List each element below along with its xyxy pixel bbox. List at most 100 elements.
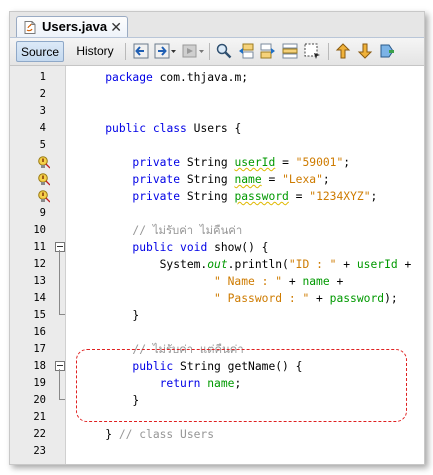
warning-bulb-icon[interactable]	[37, 190, 51, 203]
run-dropdown-icon[interactable]	[181, 42, 205, 60]
code-line[interactable]: 2	[10, 86, 424, 103]
line-number: 23	[33, 445, 46, 457]
code-token: password	[234, 190, 289, 203]
toolbar-separator	[125, 43, 126, 60]
toggle-bookmark-icon[interactable]	[378, 42, 396, 60]
code-token: Users {	[186, 122, 242, 135]
close-icon[interactable]: ✕	[110, 18, 122, 36]
tab-users-java[interactable]: Users.java ✕	[16, 16, 128, 37]
code-token: +	[309, 292, 330, 305]
rectangular-select-icon[interactable]	[303, 42, 321, 60]
line-number: 20	[33, 394, 46, 406]
editor-tab-bar: Users.java ✕	[10, 12, 424, 38]
line-number: 1	[39, 71, 46, 83]
prev-bookmark-icon[interactable]	[334, 42, 352, 60]
code-editor[interactable]: 1 package com.thjava.m; 2 3 4 public class …	[10, 66, 424, 464]
code-token: );	[384, 292, 398, 305]
line-number: 17	[33, 343, 46, 355]
code-text: public class Users {	[78, 120, 241, 137]
editor-window: Users.java ✕ Source History 1 package co…	[9, 11, 425, 465]
code-text: public void show() {	[78, 239, 268, 256]
code-line[interactable]: 4 public class Users {	[10, 120, 424, 137]
fold-guide	[59, 250, 60, 314]
code-token: String	[180, 190, 235, 203]
code-token: public	[132, 241, 174, 254]
collapse-fold-icon[interactable]	[55, 242, 65, 252]
code-token: void	[180, 241, 208, 254]
code-line[interactable]: 22 } // class Users	[10, 426, 424, 443]
code-token: userId	[356, 258, 398, 271]
code-line[interactable]: 8 private String password = "1234XYZ";	[10, 188, 424, 205]
code-text: private String userId = "59001";	[78, 154, 350, 171]
forward-dropdown-icon[interactable]	[153, 42, 177, 60]
collapse-fold-icon[interactable]	[55, 361, 65, 371]
code-text: // ไม่รับค่า ไม่คืนค่า	[78, 222, 242, 239]
code-line[interactable]: 12 System.out.println("ID : " + userId +	[10, 256, 424, 273]
code-line[interactable]: 5	[10, 137, 424, 154]
code-line[interactable]: 16	[10, 324, 424, 341]
line-number: 3	[39, 105, 46, 117]
code-token: name	[234, 173, 262, 186]
code-text: }	[78, 307, 139, 324]
back-icon[interactable]	[132, 42, 150, 60]
code-token: +	[282, 275, 303, 288]
warning-bulb-icon[interactable]	[37, 156, 51, 169]
editor-toolbar: Source History	[10, 38, 424, 66]
code-line[interactable]: 3	[10, 103, 424, 120]
code-line[interactable]: 13 " Name : " + name +	[10, 273, 424, 290]
code-token: class	[152, 122, 187, 135]
code-token: name	[302, 275, 330, 288]
code-line[interactable]: 6 private String userId = "59001";	[10, 154, 424, 171]
code-token: }	[78, 309, 140, 322]
find-previous-icon[interactable]	[237, 42, 255, 60]
code-token: String	[180, 156, 235, 169]
line-number: 15	[33, 309, 46, 321]
source-button[interactable]: Source	[16, 41, 64, 62]
history-button[interactable]: History	[70, 41, 120, 62]
line-number: 9	[39, 207, 46, 219]
code-line[interactable]: 7 private String name = "Lexa";	[10, 171, 424, 188]
code-text: private String name = "Lexa";	[78, 171, 330, 188]
code-token: package	[105, 71, 153, 84]
code-line[interactable]: 1 package com.thjava.m;	[10, 69, 424, 86]
next-bookmark-icon[interactable]	[356, 42, 374, 60]
fold-guide-end	[59, 314, 65, 315]
code-token: password	[329, 292, 385, 305]
toolbar-separator	[209, 43, 210, 60]
code-token: "59001"	[295, 156, 344, 169]
code-line[interactable]: 23	[10, 443, 424, 460]
tab-label: Users.java	[42, 19, 108, 34]
line-number: 16	[33, 326, 46, 338]
code-text: " Password : " + password);	[78, 290, 398, 307]
line-number: 2	[39, 88, 46, 100]
find-icon[interactable]	[215, 42, 233, 60]
find-next-icon[interactable]	[259, 42, 277, 60]
code-line[interactable]: 15 }	[10, 307, 424, 324]
code-line[interactable]: 14 " Password : " + password);	[10, 290, 424, 307]
code-line[interactable]: 9	[10, 205, 424, 222]
code-line[interactable]: 10 // ไม่รับค่า ไม่คืนค่า	[10, 222, 424, 239]
fold-guide-end	[59, 399, 65, 400]
toggle-highlight-icon[interactable]	[281, 42, 299, 60]
code-token: ;	[322, 173, 330, 186]
line-number: 14	[33, 292, 46, 304]
warning-bulb-icon[interactable]	[37, 173, 51, 186]
code-token: "1234XYZ"	[309, 190, 371, 203]
code-text: package com.thjava.m;	[78, 69, 248, 86]
line-number: 22	[33, 428, 46, 440]
code-token: com.thjava.m;	[152, 71, 249, 84]
code-token: +	[397, 258, 412, 271]
code-line[interactable]: 11 public void show() {	[10, 239, 424, 256]
code-text: " Name : " + name +	[78, 273, 343, 290]
line-number: 10	[33, 224, 46, 236]
line-number: 4	[39, 122, 46, 134]
code-token: ;	[343, 156, 351, 169]
